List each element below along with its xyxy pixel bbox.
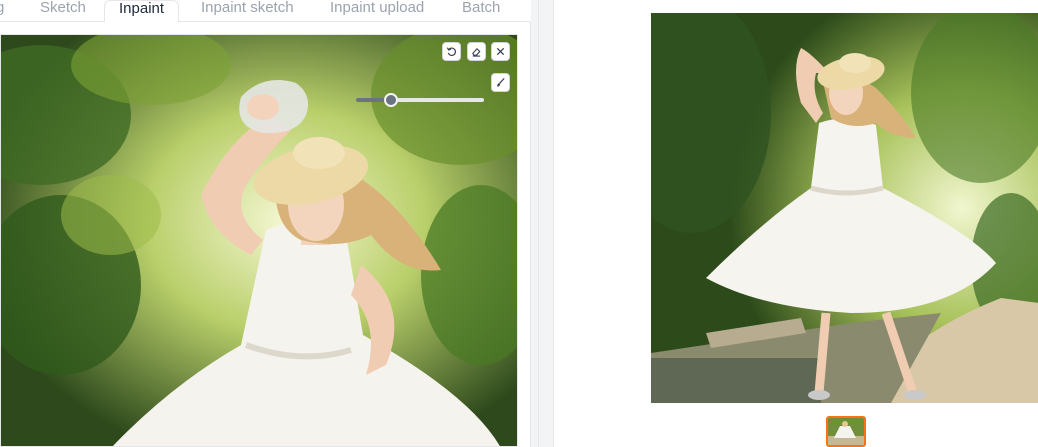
undo-icon [446,47,457,56]
panel-gap [531,0,553,447]
inpaint-panel [0,22,531,447]
img2img-tab-bar: g Sketch Inpaint Inpaint sketch Inpaint … [0,0,540,23]
eraser-icon [472,47,481,57]
close-icon [496,47,505,56]
slider-thumb[interactable] [383,93,398,107]
brush-icon [497,77,505,87]
gallery-thumbnail[interactable] [826,416,866,447]
brush-button[interactable] [491,73,510,92]
tab-sketch[interactable]: Sketch [40,0,86,22]
output-image[interactable] [651,13,1038,403]
tab-img2img[interactable]: g [0,0,4,22]
undo-button[interactable] [442,42,461,61]
tab-batch[interactable]: Batch [462,0,500,22]
output-gallery [553,0,1038,447]
tab-inpaint-upload[interactable]: Inpaint upload [330,0,424,22]
tab-inpaint[interactable]: Inpaint [104,0,180,23]
panel-divider [538,0,539,447]
close-button[interactable] [491,42,510,61]
tab-inpaint-sketch[interactable]: Inpaint sketch [201,0,294,22]
clear-button[interactable] [467,42,486,61]
inpaint-canvas[interactable] [0,34,518,447]
brush-size-slider[interactable] [356,92,484,108]
